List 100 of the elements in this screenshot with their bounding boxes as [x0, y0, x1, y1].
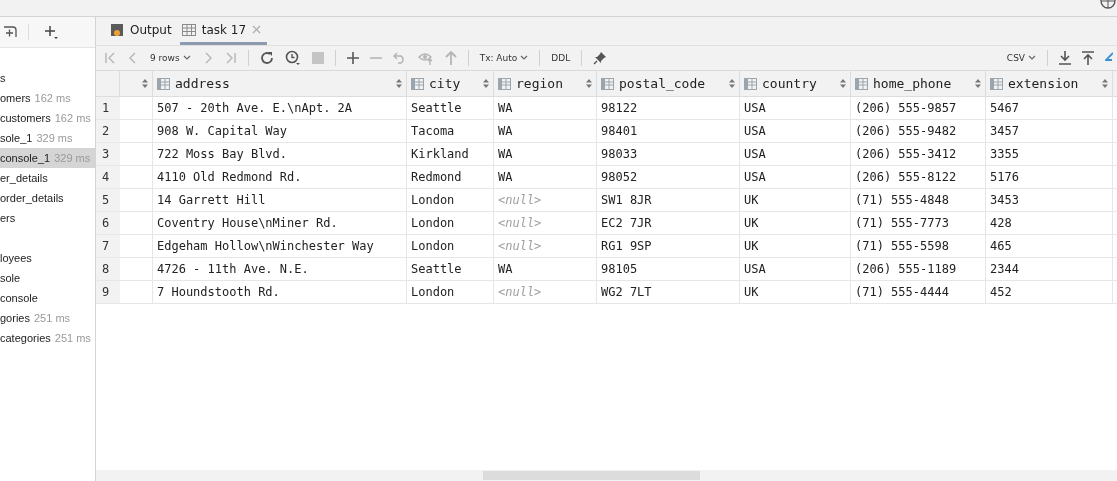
add-icon[interactable] [43, 24, 59, 40]
sidebar-item[interactable]: categories 251 ms [0, 328, 95, 348]
item-label: customers [0, 111, 51, 126]
table-cell: <null> [494, 281, 597, 304]
sidebar-item[interactable]: gories 251 ms [0, 308, 95, 328]
caret-icon [520, 55, 529, 61]
column-icon [855, 77, 868, 90]
table-cell: 2344 [986, 258, 1113, 281]
table-cell: (206) 555-8122 [851, 166, 986, 189]
table-cell: 428 [986, 212, 1113, 235]
sidebar-item[interactable]: order_details [0, 188, 95, 208]
item-label: gories [0, 311, 30, 326]
sort-icon[interactable] [396, 79, 402, 88]
refresh-icon[interactable] [259, 51, 274, 65]
table-cell: 98052 [597, 166, 740, 189]
sort-icon[interactable] [729, 79, 735, 88]
sort-icon[interactable] [586, 79, 592, 88]
column-header[interactable]: region [494, 71, 597, 96]
tab[interactable]: Output [108, 17, 178, 45]
table-cell: Edgeham Hollow\nWinchester Way [153, 235, 407, 258]
table-cell: 722 Moss Bay Blvd. [153, 143, 407, 166]
format-dropdown[interactable]: CSV [1006, 53, 1036, 63]
add-row-icon[interactable] [346, 52, 359, 64]
table-cell: USA [740, 120, 851, 143]
query-time: 251 ms [54, 331, 91, 346]
column-header[interactable]: extension [986, 71, 1113, 96]
table-cell: Kirkland [407, 143, 494, 166]
item-label: sole_1 [0, 131, 33, 146]
table-cell: 4110 Old Redmond Rd. [153, 166, 407, 189]
table-cell: London [407, 235, 494, 258]
table-cell: 3355 [986, 143, 1113, 166]
table-cell: (206) 555-9857 [851, 97, 986, 120]
table-cell: (206) 555-1189 [851, 258, 986, 281]
sidebar-item[interactable]: s [0, 68, 95, 88]
sidebar-item[interactable]: sole_1 329 ms [0, 128, 95, 148]
row-number: 9 [96, 281, 120, 304]
table-cell: 98033 [597, 143, 740, 166]
sidebar-item[interactable]: ers [0, 208, 95, 228]
table-cell: Seattle [407, 97, 494, 120]
item-label: console_1 [0, 151, 51, 166]
table-cell: 5467 [986, 97, 1113, 120]
table-cell: 3453 [986, 189, 1113, 212]
table-cell: 507 - 20th Ave. E.\nApt. 2A [153, 97, 407, 120]
column-header[interactable]: city [407, 71, 494, 96]
column-header[interactable]: postal_code [597, 71, 740, 96]
sort-icon[interactable] [142, 79, 148, 88]
table-cell: (71) 555-4444 [851, 281, 986, 304]
item-label: omers [0, 91, 31, 106]
table-cell: (206) 555-9482 [851, 120, 986, 143]
table-cell: 908 W. Capital Way [153, 120, 407, 143]
item-label: ers [0, 211, 16, 226]
close-icon[interactable] [252, 25, 262, 34]
sidebar-item[interactable]: sole [0, 268, 95, 288]
table-cell: Coventry House\nMiner Rd. [153, 212, 407, 235]
caret-icon [1028, 55, 1036, 61]
globe-icon[interactable] [1100, 0, 1116, 10]
item-label: categories [0, 331, 51, 346]
sidebar-item[interactable]: console_1 329 ms [0, 148, 95, 168]
table-cell: <null> [494, 189, 597, 212]
table-cell: London [407, 281, 494, 304]
item-label: order_details [0, 191, 64, 206]
sidebar-item[interactable]: loyees [0, 248, 95, 268]
column-header[interactable]: home_phone [851, 71, 986, 96]
ddl-button[interactable]: DDL [551, 53, 571, 63]
sort-icon[interactable] [975, 79, 981, 88]
sort-icon[interactable] [840, 79, 846, 88]
sort-icon[interactable] [483, 79, 489, 88]
scrollbar-thumb[interactable] [483, 471, 700, 480]
sort-icon[interactable] [1102, 79, 1108, 88]
sidebar-item[interactable]: console [0, 288, 95, 308]
item-label: sole [0, 271, 21, 286]
row-number: 2 [96, 120, 120, 143]
table-cell: UK [740, 189, 851, 212]
table-cell: USA [740, 166, 851, 189]
table-cell: 14 Garrett Hill [153, 189, 407, 212]
table-cell: 98122 [597, 97, 740, 120]
table-cell: 7 Houndstooth Rd. [153, 281, 407, 304]
history-icon[interactable] [284, 50, 301, 66]
pin-icon[interactable] [593, 51, 608, 65]
column-header[interactable]: country [740, 71, 851, 96]
sidebar-item[interactable]: omers 162 ms [0, 88, 95, 108]
transaction-dropdown[interactable]: Tx: Auto [479, 53, 529, 63]
table-icon [181, 23, 196, 36]
table-cell: 98401 [597, 120, 740, 143]
table-cell: WA [494, 97, 597, 120]
table-cell: <null> [494, 235, 597, 258]
row-number: 4 [96, 166, 120, 189]
rows-dropdown[interactable]: 9 rows [150, 53, 191, 63]
download-icon[interactable] [1059, 51, 1071, 65]
sidebar-item[interactable]: er_details [0, 168, 95, 188]
column-header[interactable]: address [153, 71, 407, 96]
item-label: s [0, 71, 6, 86]
table-cell: 5176 [986, 166, 1113, 189]
item-label: er_details [0, 171, 48, 186]
sidebar-item[interactable]: customers 162 ms [0, 108, 95, 128]
caret-icon [182, 55, 191, 61]
table-cell: USA [740, 143, 851, 166]
table-cell: 465 [986, 235, 1113, 258]
upload-icon[interactable] [1082, 51, 1094, 65]
row-number: 8 [96, 258, 120, 281]
